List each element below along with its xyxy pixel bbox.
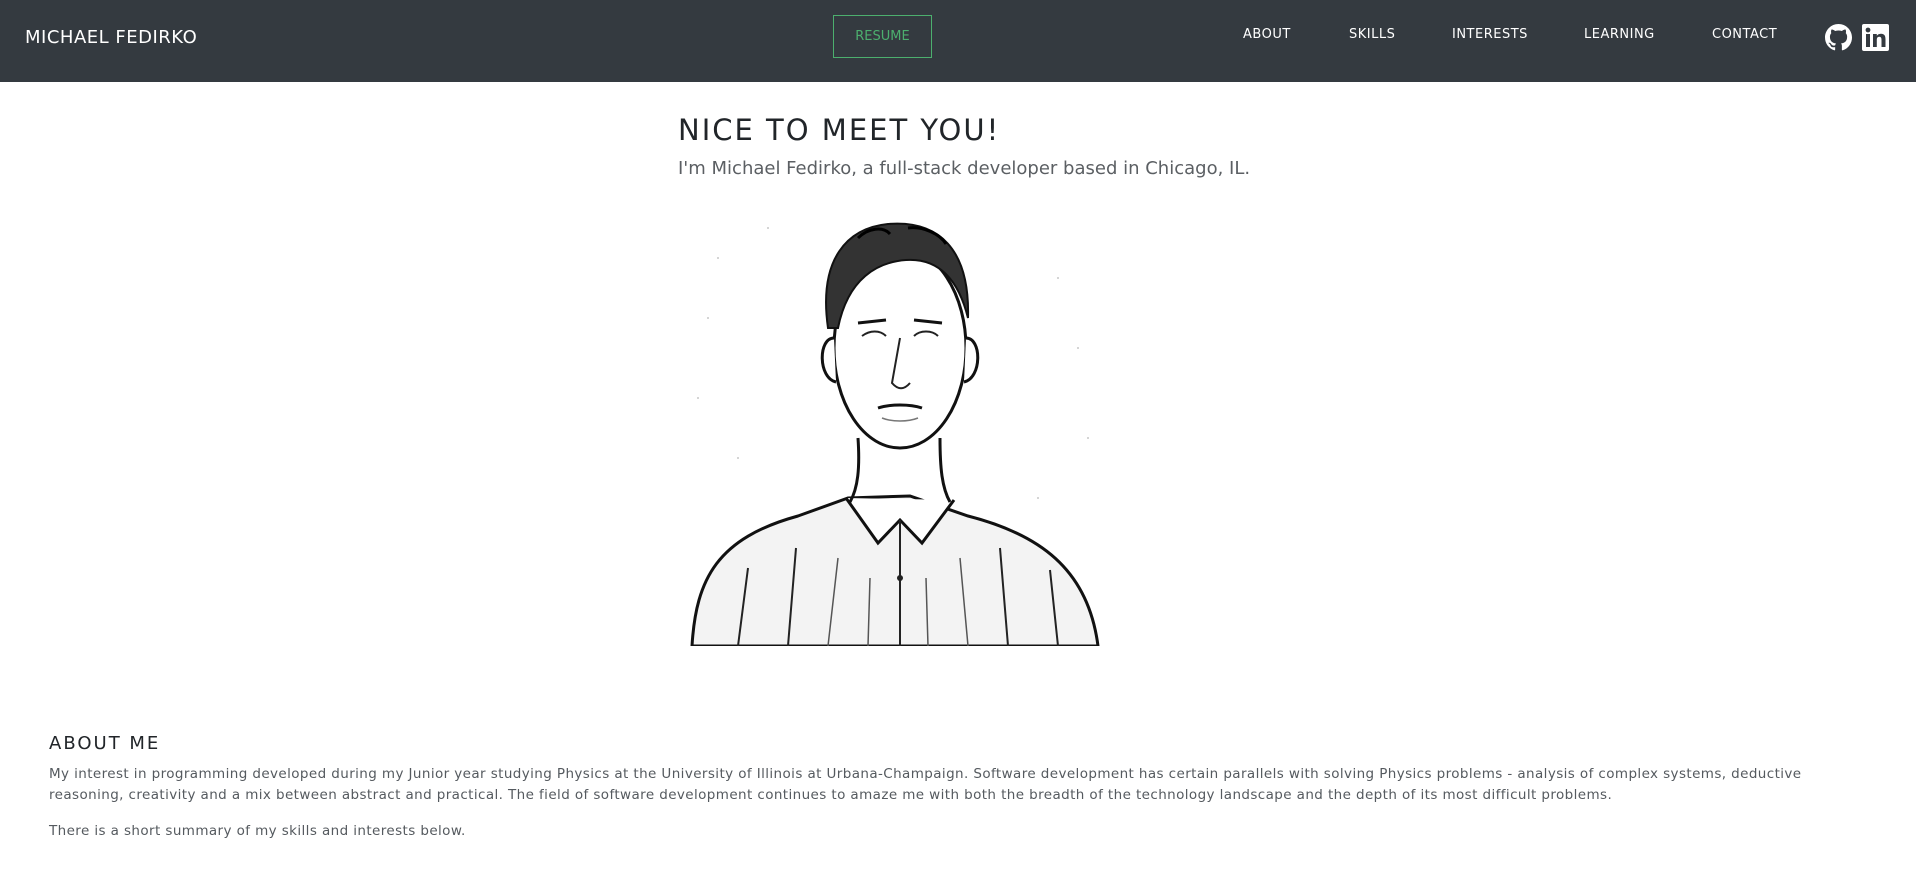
github-icon[interactable] bbox=[1825, 24, 1852, 51]
top-navbar: MICHAEL FEDIRKO RESUME ABOUT SKILLS INTE… bbox=[0, 0, 1916, 82]
hero-subtitle: I'm Michael Fedirko, a full-stack develo… bbox=[678, 158, 1251, 179]
resume-button[interactable]: RESUME bbox=[833, 15, 932, 58]
nav-link-learning[interactable]: LEARNING bbox=[1584, 27, 1655, 42]
portrait-sketch-image bbox=[678, 198, 1118, 648]
nav-link-about[interactable]: ABOUT bbox=[1243, 27, 1291, 42]
about-summary-paragraph: There is a short summary of my skills an… bbox=[49, 823, 466, 839]
nav-link-interests[interactable]: INTERESTS bbox=[1452, 27, 1528, 42]
brand-link[interactable]: MICHAEL FEDIRKO bbox=[25, 27, 197, 48]
linkedin-icon[interactable] bbox=[1862, 24, 1889, 51]
nav-link-contact[interactable]: CONTACT bbox=[1712, 27, 1777, 42]
hero-title: NICE TO MEET YOU! bbox=[678, 113, 1001, 147]
about-paragraph: My interest in programming developed dur… bbox=[49, 766, 1802, 803]
nav-link-skills[interactable]: SKILLS bbox=[1349, 27, 1395, 42]
about-heading: ABOUT ME bbox=[49, 733, 161, 754]
